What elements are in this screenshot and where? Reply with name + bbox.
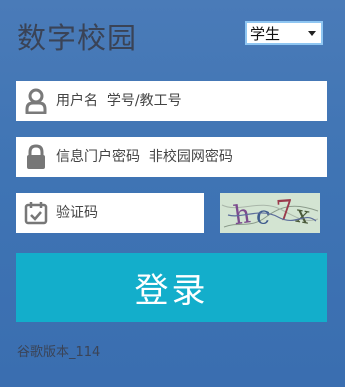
lock-icon (24, 144, 48, 170)
captcha-char-3: 7 (275, 193, 295, 227)
captcha-input[interactable] (56, 193, 230, 233)
chevron-down-icon (308, 30, 316, 36)
password-input[interactable] (56, 137, 327, 177)
user-icon (24, 88, 48, 114)
username-field[interactable] (16, 81, 327, 121)
password-field[interactable] (16, 137, 327, 177)
captcha-image[interactable]: h c 7 x (220, 193, 320, 233)
role-select[interactable]: 学生 (245, 21, 323, 45)
page-title: 数字校园 (17, 21, 138, 55)
username-input[interactable] (56, 81, 327, 121)
captcha-field[interactable] (16, 193, 230, 233)
login-button[interactable]: 登录 (16, 253, 327, 322)
version-label: 谷歌版本_114 (17, 345, 101, 360)
role-select-value: 学生 (250, 24, 281, 43)
login-panel: 数字校园 学生 用户名 学号/教工号 验证码 h c 7 x 登录 谷歌版本_1… (0, 0, 345, 387)
calendar-icon (24, 200, 48, 226)
